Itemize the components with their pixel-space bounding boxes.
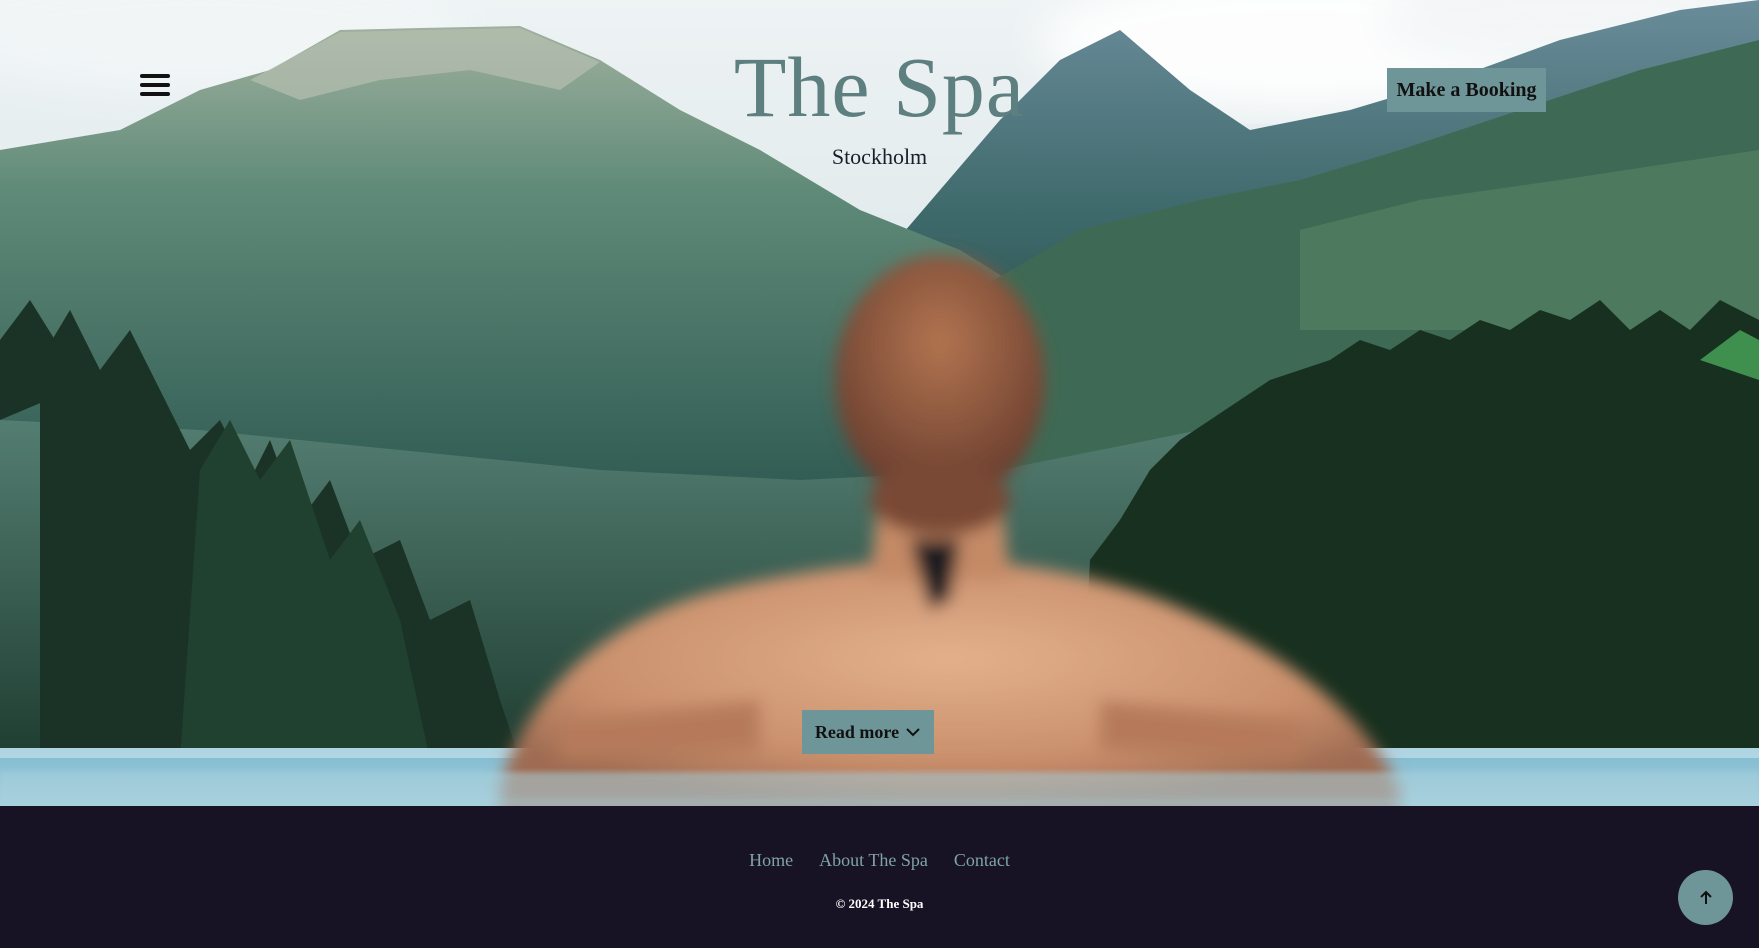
scroll-to-top-button[interactable]	[1678, 870, 1733, 925]
page: The Spa Stockholm Make a Booking Read mo…	[0, 0, 1759, 948]
arrow-up-icon	[1699, 890, 1712, 904]
footer-link-contact[interactable]: Contact	[954, 850, 1010, 871]
hero-section: The Spa Stockholm Make a Booking Read mo…	[0, 0, 1759, 806]
footer-nav: Home About The Spa Contact	[0, 850, 1759, 871]
site-subtitle: Stockholm	[831, 144, 928, 169]
make-booking-button[interactable]: Make a Booking	[1387, 68, 1546, 112]
footer-link-home[interactable]: Home	[749, 850, 793, 871]
copyright-text: © 2024 The Spa	[835, 896, 924, 911]
footer: Home About The Spa Contact © 2024 The Sp…	[0, 806, 1759, 948]
footer-link-about[interactable]: About The Spa	[819, 850, 928, 871]
chevron-down-icon	[906, 728, 920, 737]
read-more-label: Read more	[814, 721, 900, 742]
read-more-button[interactable]: Read more	[802, 710, 934, 754]
